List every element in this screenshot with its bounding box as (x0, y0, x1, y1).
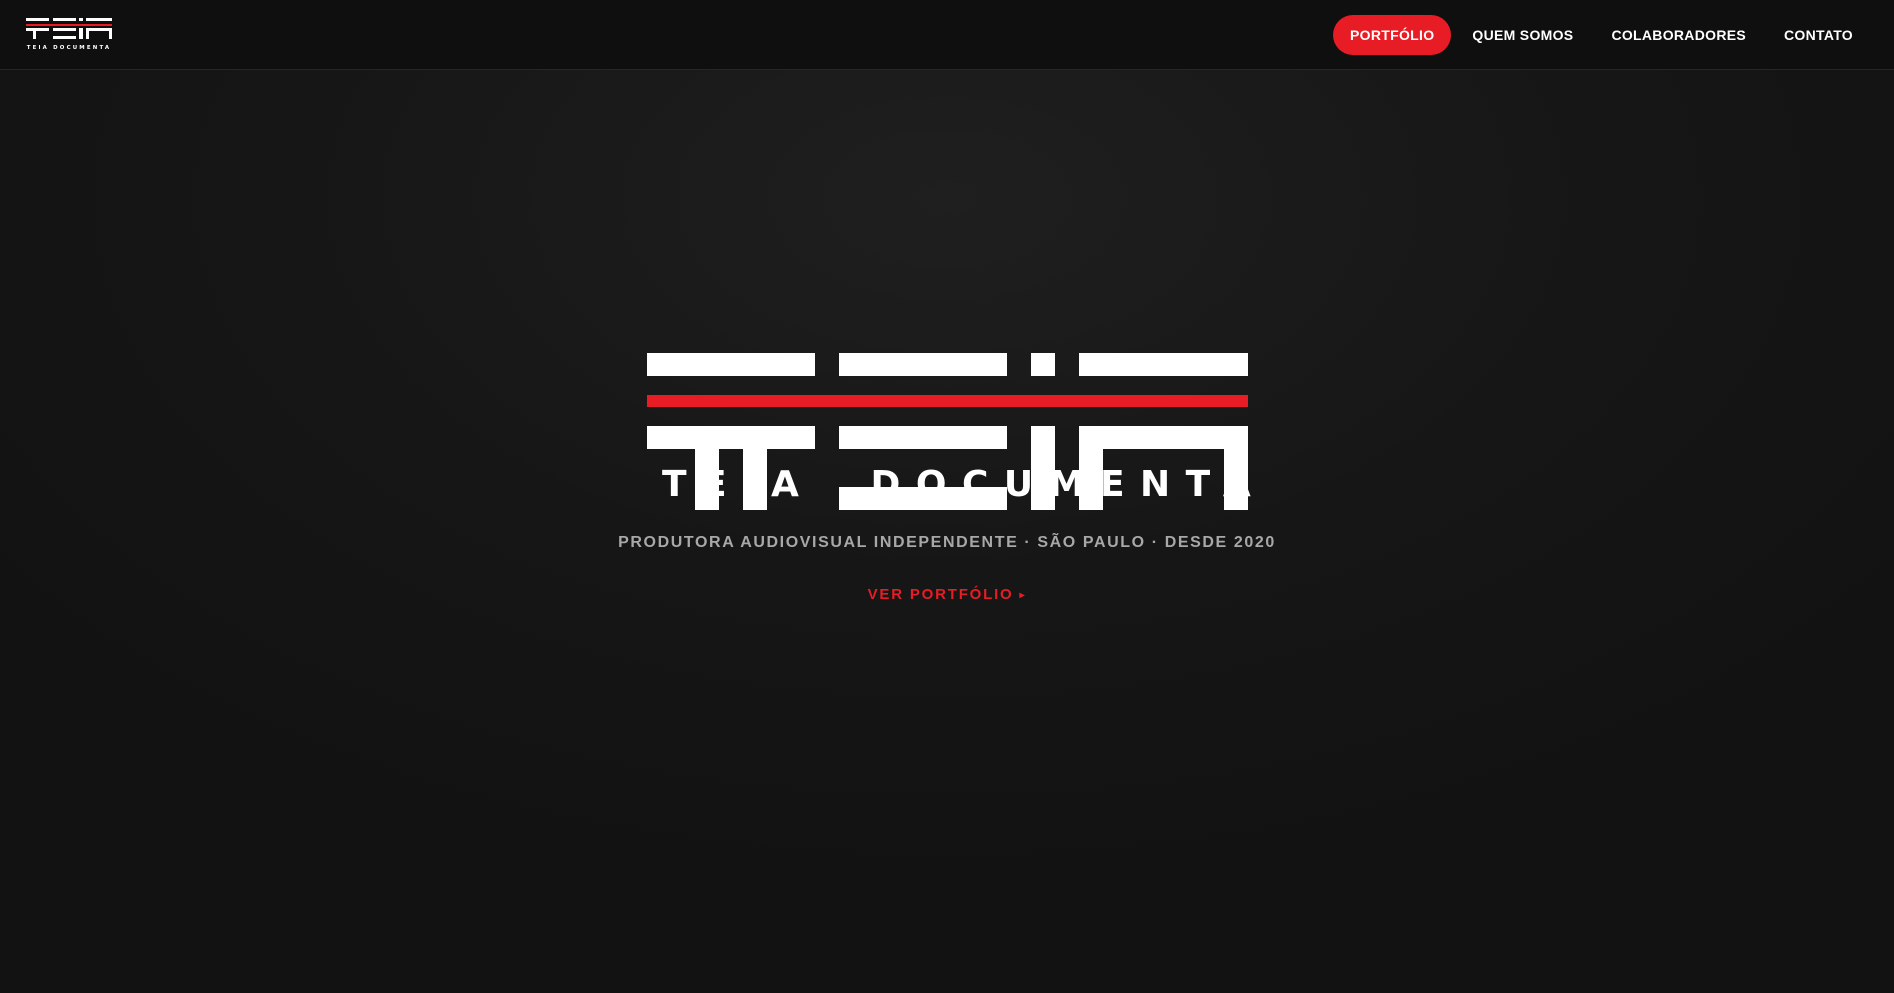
teia-logo-icon: TEIA DOCUMENTA (26, 18, 112, 51)
top-navbar: TEIA DOCUMENTA PORTFÓLIO QUEM SOMOS COLA… (0, 0, 1894, 70)
page: TEIA DOCUMENTA PORTFÓLIO QUEM SOMOS COLA… (0, 0, 1894, 993)
play-arrow-icon: ▸ (1019, 590, 1027, 601)
ver-portfolio-link[interactable]: VER PORTFÓLIO ▸ (868, 585, 1027, 606)
hero-cta-wrapper: VER PORTFÓLIO ▸ (0, 585, 1894, 606)
brand-name-word2: DOCUMENTA (870, 464, 1267, 505)
hero-tagline: PRODUTORA AUDIOVISUAL INDEPENDENTE · SÃO… (618, 534, 1276, 551)
main-nav: PORTFÓLIO QUEM SOMOS COLABORADORES CONTA… (1333, 15, 1870, 55)
nav-item-contato[interactable]: CONTATO (1767, 15, 1870, 55)
header-logo-link[interactable]: TEIA DOCUMENTA (26, 18, 112, 52)
brand-name: TEIA DOCUMENTA (647, 463, 1251, 507)
header-logo-caption: TEIA DOCUMENTA (27, 45, 112, 51)
nav-item-colaboradores[interactable]: COLABORADORES (1594, 15, 1763, 55)
nav-item-quem-somos[interactable]: QUEM SOMOS (1455, 15, 1590, 55)
brand-name-word1: TEIA (662, 464, 815, 505)
hero-section (0, 71, 1894, 993)
ver-portfolio-label: VER PORTFÓLIO (867, 586, 1014, 603)
nav-item-portfolio[interactable]: PORTFÓLIO (1333, 15, 1452, 55)
